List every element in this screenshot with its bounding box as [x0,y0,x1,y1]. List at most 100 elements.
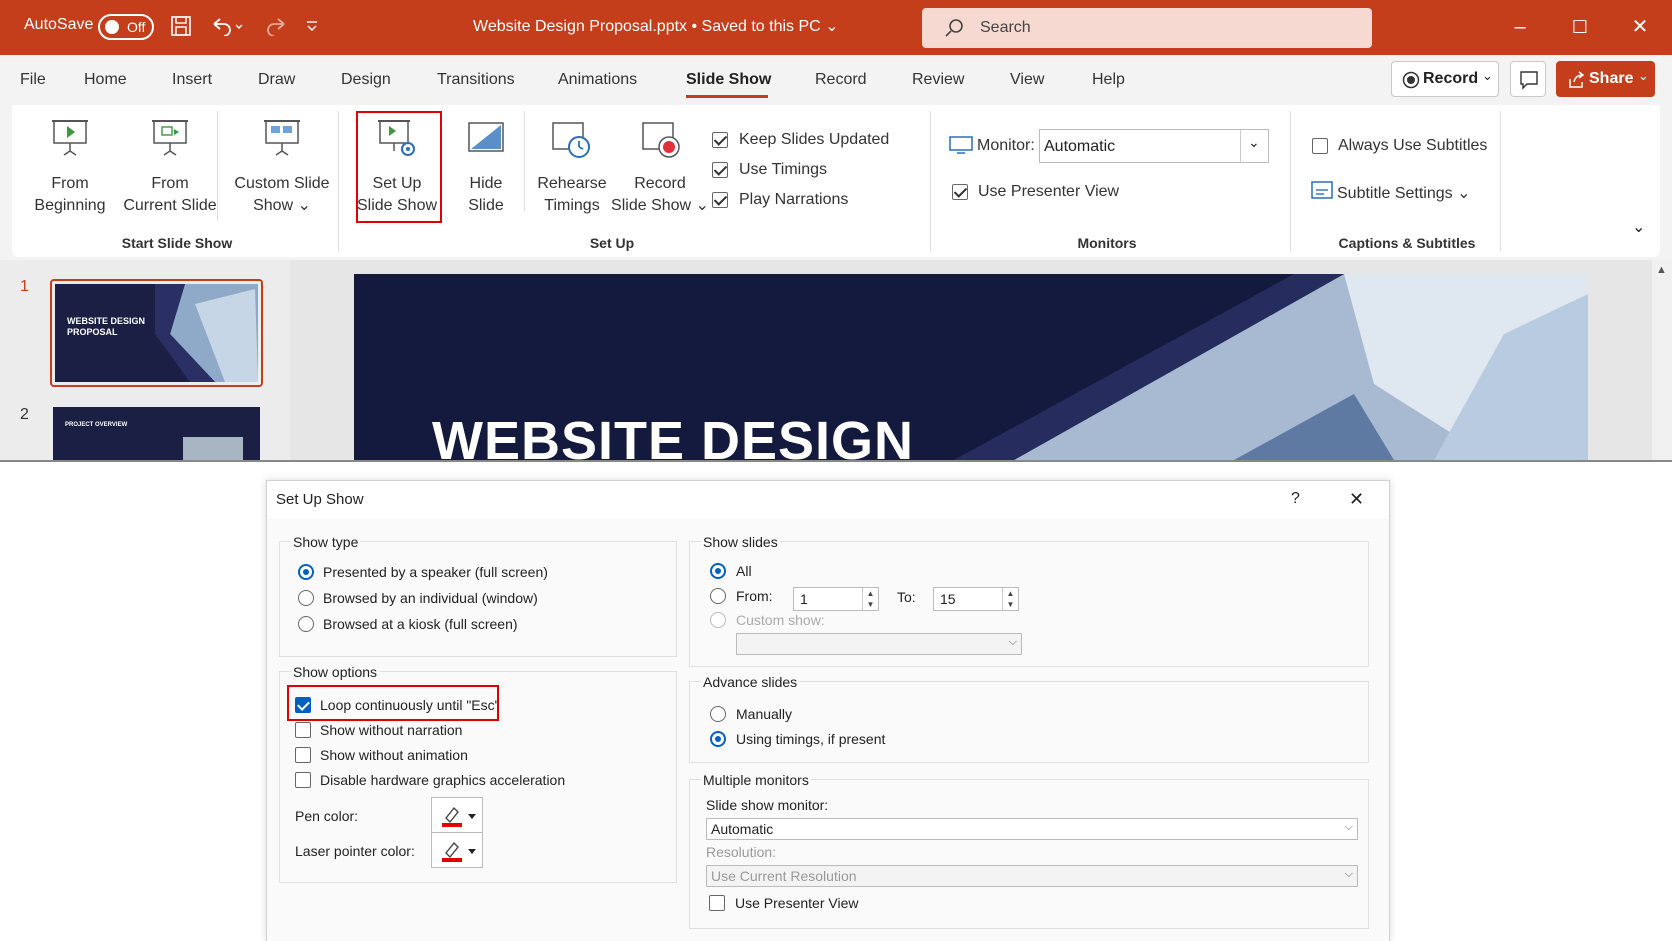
undo-icon[interactable] [210,16,244,36]
document-title[interactable]: Website Design Proposal.pptx • Saved to … [473,16,839,36]
disable-hardware-acceleration-checkbox[interactable] [295,772,311,788]
record-slide-show-button[interactable]: Record Slide Show ⌄ [610,111,710,223]
from-label: From: [736,588,773,604]
radio-from-slide[interactable] [710,588,726,604]
record-label: Record [1423,70,1479,87]
spinner-arrows[interactable]: ▲ ▼ [1002,588,1018,610]
dialog-close-button[interactable]: ✕ [1349,489,1364,510]
show-without-animation-checkbox[interactable] [295,747,311,763]
from-beginning-button[interactable]: From Beginning [20,111,120,223]
radio-all-slides[interactable] [710,563,726,579]
tab-help[interactable]: Help [1092,71,1125,89]
monitor-select-value: Automatic [1044,138,1116,155]
resolution-value: Use Current Resolution [711,868,857,884]
spinner-arrows[interactable]: ▲ ▼ [862,588,878,610]
advance-slides-group [689,681,1369,763]
minimize-button[interactable]: – [1505,12,1535,42]
resolution-select[interactable]: Use Current Resolution ⌵ [706,865,1358,887]
chevron-down-icon: ⌄ [1248,134,1260,150]
from-beginning-label-1: From [51,175,89,192]
radio-presented-by-speaker[interactable] [298,564,314,580]
show-options-label: Show options [291,664,380,680]
to-slide-spinner[interactable]: 15 ▲ ▼ [933,587,1019,611]
dialog-presenter-view-checkbox[interactable] [709,895,725,911]
always-use-subtitles-checkbox[interactable] [1312,138,1328,154]
tab-file[interactable]: File [20,71,46,89]
keep-slides-updated-label: Keep Slides Updated [739,131,890,148]
show-without-narration-label: Show without narration [320,722,463,738]
manually-label: Manually [736,706,793,722]
tab-slide-show[interactable]: Slide Show [686,71,771,89]
hide-slide-label-1: Hide [469,175,503,192]
save-icon[interactable] [170,15,192,37]
tab-view[interactable]: View [1010,71,1044,89]
chevron-down-icon: ⌄ [1638,68,1649,83]
slide-thumbnail-1[interactable]: WEBSITE DESIGN PROPOSAL [50,279,263,387]
custom-show-label-2: Show ⌄ [253,197,311,214]
subtitle-settings-button[interactable]: Subtitle Settings ⌄ [1337,183,1470,203]
from-slide-spinner[interactable]: 1 ▲ ▼ [793,587,879,611]
dialog-presenter-view-label: Use Presenter View [735,895,859,911]
record-show-label-1: Record [634,175,686,192]
dialog-header: Set Up Show ? ✕ [267,481,1389,519]
tab-design[interactable]: Design [341,71,391,89]
use-timings-checkbox[interactable] [712,162,728,178]
monitor-select[interactable]: Automatic ⌄ [1039,129,1269,163]
group-label-captions: Captions & Subtitles [1338,235,1476,251]
main-slide[interactable]: WEBSITE DESIGN [354,274,1588,460]
radio-browsed-at-kiosk[interactable] [298,616,314,632]
search-box[interactable]: Search [922,8,1372,48]
laser-pointer-color-button[interactable] [431,832,483,868]
radio-using-timings[interactable] [710,731,726,747]
ribbon: From Beginning From Current Slide Custom… [0,105,1672,260]
search-icon [945,19,963,37]
tab-insert[interactable]: Insert [172,71,212,89]
radio-manually[interactable] [710,706,726,722]
tab-draw[interactable]: Draw [258,71,295,89]
tab-record[interactable]: Record [815,71,867,89]
hide-slide-button[interactable]: Hide Slide [446,111,526,223]
slide-show-monitor-select[interactable]: Automatic ⌵ [706,818,1358,840]
show-without-narration-checkbox[interactable] [295,722,311,738]
slide-show-monitor-value: Automatic [711,821,774,837]
autosave-label: AutoSave [24,16,94,33]
collapse-ribbon-button[interactable]: ⌄ [1632,217,1645,237]
tab-animations[interactable]: Animations [558,71,637,89]
custom-slide-show-button[interactable]: Custom Slide Show ⌄ [222,111,342,223]
autosave-toggle[interactable]: Off [98,14,154,40]
pen-color-button[interactable] [431,797,483,833]
from-current-slide-button[interactable]: From Current Slide [120,111,220,223]
play-narrations-checkbox[interactable] [712,192,728,208]
tab-review[interactable]: Review [912,71,964,89]
slide-thumbnail-2[interactable]: PROJECT OVERVIEW [53,407,260,460]
radio-custom-show[interactable] [710,612,726,628]
tab-home[interactable]: Home [84,71,127,89]
share-icon [1569,71,1585,88]
share-button[interactable]: Share ⌄ [1556,61,1655,97]
divider [524,111,525,211]
vertical-scrollbar[interactable]: ▲ [1652,260,1672,460]
dialog-title: Set Up Show [276,491,364,508]
custom-show-icon [264,120,300,156]
divider [1240,130,1241,162]
use-timings-label: Use Timings [739,161,828,178]
keep-slides-updated-checkbox[interactable] [712,132,728,148]
chevron-down-icon: ⌵ [1008,636,1017,648]
customize-toolbar-icon[interactable] [305,20,319,32]
monitor-label: Monitor: [977,137,1035,154]
presentation-current-icon [152,120,188,156]
thumbnail-1-image: WEBSITE DESIGN PROPOSAL [55,284,258,382]
presenter-view-checkbox[interactable] [952,184,968,200]
custom-show-select[interactable]: ⌵ [736,633,1022,655]
redo-icon[interactable] [262,16,296,36]
help-button[interactable]: ? [1291,490,1300,508]
radio-browsed-by-individual[interactable] [298,590,314,606]
from-beginning-label-2: Beginning [34,197,106,214]
scroll-up-icon[interactable]: ▲ [1656,264,1667,276]
record-button[interactable]: Record ⌄ [1391,61,1499,97]
close-window-button[interactable]: ✕ [1625,12,1655,42]
rehearse-timings-button[interactable]: Rehearse Timings [528,111,616,223]
maximize-button[interactable]: ☐ [1565,12,1595,42]
tab-transitions[interactable]: Transitions [437,71,515,89]
comments-button[interactable] [1510,61,1546,97]
